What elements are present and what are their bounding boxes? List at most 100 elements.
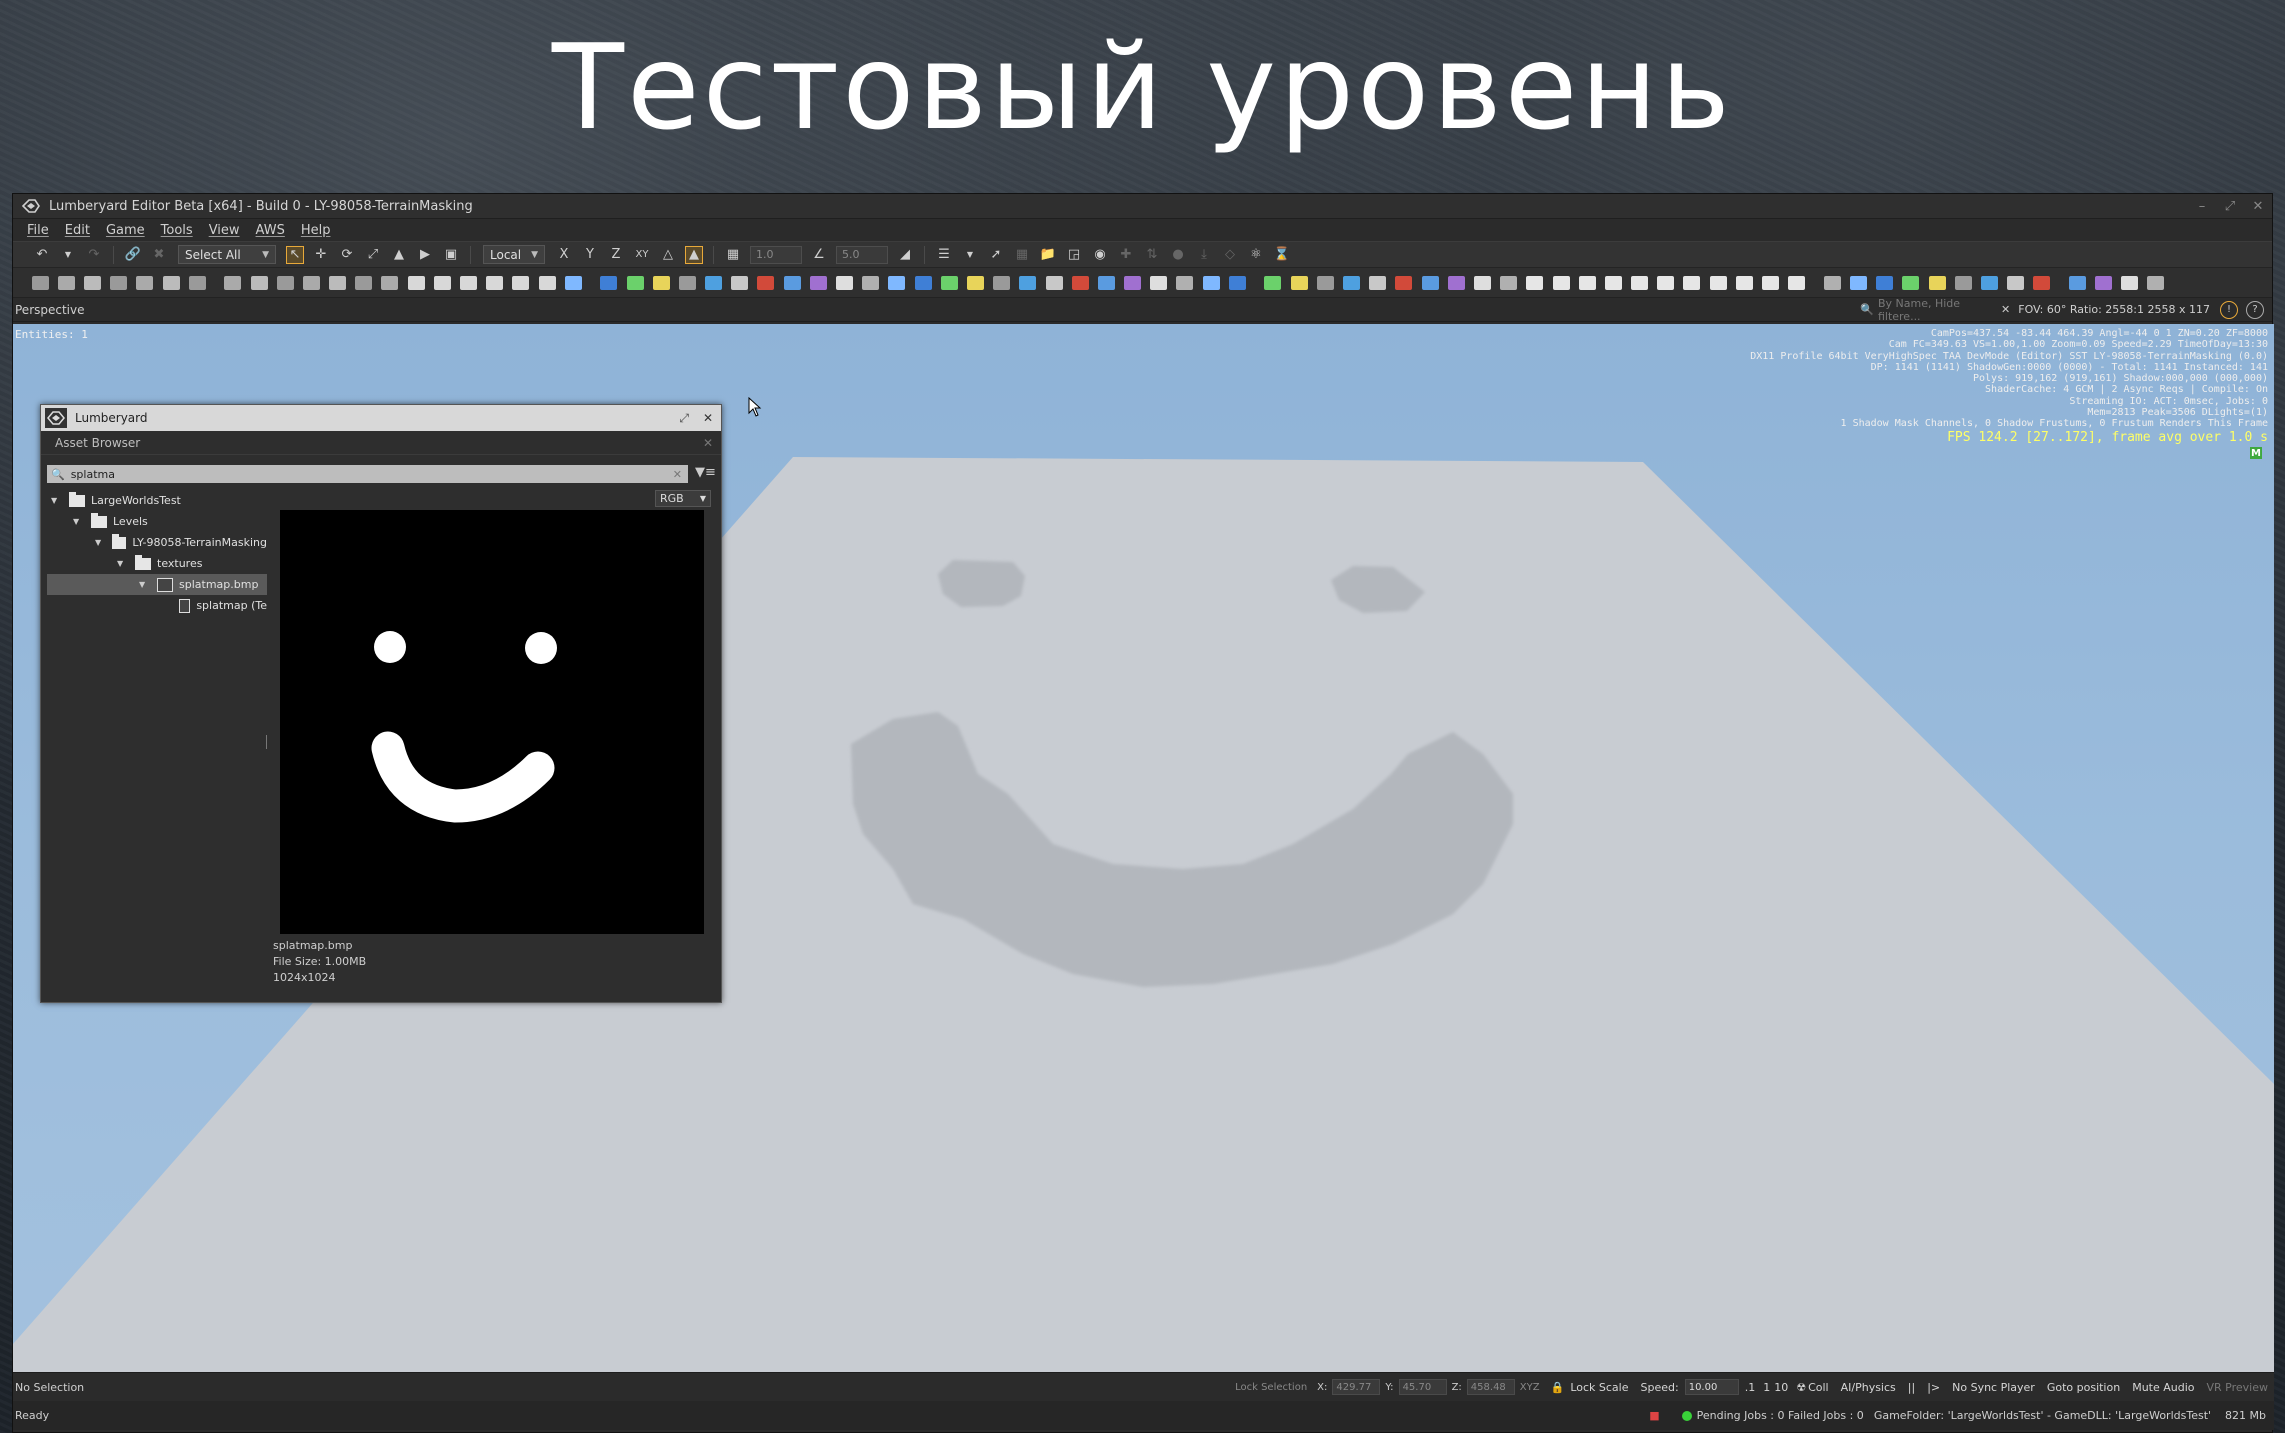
y-position-field[interactable]: 45.70 <box>1398 1379 1447 1395</box>
menu-help[interactable]: Help <box>301 223 331 238</box>
tree-item-textures[interactable]: ▼ textures <box>47 553 267 574</box>
collision-icon[interactable]: ☢ <box>1796 1381 1806 1394</box>
expand-arrow-icon[interactable]: ▼ <box>139 580 149 589</box>
menu-edit[interactable]: Edit <box>65 223 90 238</box>
axis-z-button[interactable]: Z <box>608 247 624 263</box>
connection-icon[interactable]: ■ <box>1649 1409 1659 1422</box>
object-tool-icon[interactable] <box>1019 275 1037 290</box>
object-tool-icon[interactable] <box>993 275 1011 290</box>
object-tool-icon[interactable] <box>1264 275 1282 290</box>
pointer-icon[interactable]: ➚ <box>988 247 1004 263</box>
redo-icon[interactable]: ↷ <box>86 247 102 263</box>
object-tool-icon[interactable] <box>888 275 906 290</box>
viewport-label[interactable]: Perspective <box>15 303 85 317</box>
x-position-field[interactable]: 429.77 <box>1332 1379 1381 1395</box>
layer-list-icon[interactable]: ☰ <box>936 247 952 263</box>
align-to-grid-icon[interactable]: ⇅ <box>1144 247 1160 263</box>
scale-tool-icon[interactable]: ⤢ <box>365 247 381 263</box>
speed-preset-01[interactable]: .1 <box>1745 1381 1756 1394</box>
lock-scale-button[interactable]: Lock Scale <box>1570 1381 1628 1394</box>
object-tool-icon[interactable] <box>2007 275 2025 290</box>
layers-icon[interactable]: ◲ <box>1066 247 1082 263</box>
camera-icon[interactable]: ◉ <box>1092 247 1108 263</box>
object-tool-icon[interactable] <box>1343 275 1360 290</box>
object-tool-icon[interactable] <box>1980 275 1998 290</box>
vr-preview-button[interactable]: VR Preview <box>2207 1381 2268 1394</box>
channel-dropdown[interactable]: RGB ▼ <box>655 490 711 507</box>
asset-search-input[interactable]: 🔍 splatma ✕ <box>47 465 688 483</box>
undo-icon[interactable]: ↶ <box>34 247 50 263</box>
tree-item-splatmap-product[interactable]: splatmap (Te <box>47 595 267 616</box>
object-tool-icon[interactable] <box>2147 275 2165 290</box>
object-tool-icon[interactable] <box>1124 275 1142 290</box>
menu-aws[interactable]: AWS <box>256 223 285 238</box>
speed-preset-10[interactable]: 10 <box>1774 1381 1788 1394</box>
undock-icon[interactable]: ⤢ <box>679 411 689 426</box>
clear-search-icon[interactable]: ✕ <box>673 468 682 481</box>
angle-snap-field[interactable]: 5.0 <box>836 245 888 264</box>
tree-item-levels[interactable]: ▼ Levels <box>47 511 267 532</box>
object-tool-icon[interactable] <box>1316 275 1334 290</box>
splitter-handle[interactable] <box>266 735 267 749</box>
object-tool-icon[interactable] <box>460 275 477 290</box>
object-tool-icon[interactable] <box>757 275 775 290</box>
object-tool-icon[interactable] <box>329 275 347 290</box>
object-tool-icon[interactable] <box>1735 275 1753 290</box>
terrain-select-icon[interactable]: ▲ <box>391 247 407 263</box>
dropdown-icon[interactable]: ▼ <box>60 247 76 263</box>
axis-xy-button[interactable]: XY <box>634 247 650 263</box>
object-tool-icon[interactable] <box>110 275 128 290</box>
tree-item-largeworldstest[interactable]: ▼ LargeWorldsTest <box>47 490 267 511</box>
object-tool-icon[interactable] <box>705 275 723 290</box>
object-tool-icon[interactable] <box>1097 275 1115 290</box>
select-tool-icon[interactable]: ↖ <box>286 245 304 264</box>
object-tool-icon[interactable] <box>2033 275 2051 290</box>
filter-icon[interactable]: ▼≡ <box>695 465 716 480</box>
object-tool-icon[interactable] <box>809 275 827 290</box>
clear-search-icon[interactable]: ✕ <box>2001 303 2010 316</box>
pause-button[interactable]: || <box>1908 1381 1915 1394</box>
mute-audio-button[interactable]: Mute Audio <box>2132 1381 2194 1394</box>
object-tool-icon[interactable] <box>57 275 75 290</box>
help-icon[interactable]: ? <box>2246 300 2264 319</box>
object-tool-icon[interactable] <box>1473 275 1491 290</box>
vertex-snap-icon[interactable]: ◇ <box>1222 247 1238 263</box>
object-tool-icon[interactable] <box>1552 275 1570 290</box>
object-tool-icon[interactable] <box>1290 275 1308 290</box>
tree-item-splatmap[interactable]: ▼ splatmap.bmp <box>47 574 267 595</box>
object-tool-icon[interactable] <box>1657 275 1675 290</box>
object-tool-icon[interactable] <box>31 275 49 290</box>
menu-game[interactable]: Game <box>106 223 145 238</box>
expand-arrow-icon[interactable]: ▼ <box>117 559 127 568</box>
close-icon[interactable]: ✕ <box>2244 199 2272 214</box>
object-tool-icon[interactable] <box>914 275 932 290</box>
goto-position-button[interactable]: Goto position <box>2047 1381 2120 1394</box>
ruler-icon[interactable]: ◢ <box>897 247 913 263</box>
object-tool-icon[interactable] <box>731 275 749 290</box>
object-tool-icon[interactable] <box>2095 275 2113 290</box>
lock-selection-button[interactable]: Lock Selection <box>1235 1382 1307 1393</box>
folder-open-icon[interactable]: 📁 <box>1040 247 1056 263</box>
drop-icon[interactable]: ⤓ <box>1196 247 1212 263</box>
object-tool-icon[interactable] <box>1823 275 1841 290</box>
tree-item-level-folder[interactable]: ▼ LY-98058-TerrainMasking <box>47 532 267 553</box>
object-tool-icon[interactable] <box>486 275 504 290</box>
speed-preset-1[interactable]: 1 <box>1763 1381 1770 1394</box>
object-tool-icon[interactable] <box>83 275 101 290</box>
xyz-toggle[interactable]: XYZ <box>1520 1382 1540 1393</box>
maximize-icon[interactable]: ⤢ <box>2216 199 2244 214</box>
object-tool-icon[interactable] <box>381 275 399 290</box>
menu-tools[interactable]: Tools <box>161 223 193 238</box>
object-tool-icon[interactable] <box>188 275 206 290</box>
object-tool-icon[interactable] <box>1709 275 1727 290</box>
object-tool-icon[interactable] <box>250 275 268 290</box>
unlink-icon[interactable]: ✖ <box>151 247 167 263</box>
object-tool-icon[interactable] <box>1395 275 1413 290</box>
coll-button[interactable]: Coll <box>1808 1381 1829 1394</box>
minimize-icon[interactable]: – <box>2188 199 2216 214</box>
object-snap-icon[interactable]: ▲ <box>685 245 703 264</box>
ai-physics-button[interactable]: AI/Physics <box>1841 1381 1896 1394</box>
ai-icon[interactable]: ⚛ <box>1248 247 1264 263</box>
object-tool-icon[interactable] <box>678 275 696 290</box>
object-tool-icon[interactable] <box>433 275 451 290</box>
